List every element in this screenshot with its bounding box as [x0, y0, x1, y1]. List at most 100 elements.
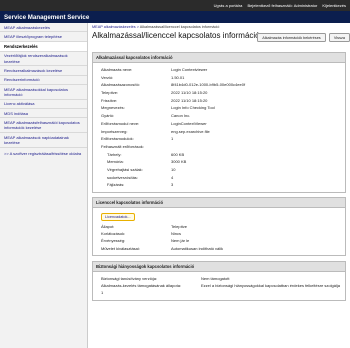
portal-link[interactable]: Ugrás a portálra [214, 3, 243, 8]
action-buttons: Alkalmazás információk bekéréses Vissza [255, 33, 350, 42]
logged-in-user: Bejelentkező felhasználó: Administrator [247, 3, 318, 8]
table-row: Importszerveg: eng.sep.exarchive.file [101, 128, 340, 136]
row-value: Automatikusan indítható válik [171, 245, 224, 251]
top-links: Ugrás a portálra Bejelentkező felhasznál… [210, 3, 346, 8]
table-row: Állapot: Telepítve [101, 223, 340, 230]
sidebar-item-control-files[interactable]: Vezérlőfájlok rendszeralkalmazások kezel… [0, 52, 87, 67]
security-info-rows: Biztonsági tanúsítvány verziója: Nem támo… [93, 272, 345, 300]
app-info-panel: Alkalmazással kapcsolatos információ Alk… [92, 52, 346, 193]
table-row: Fájlzárás: 3 [101, 181, 340, 189]
sidebar-item-license-activation[interactable]: Licenc aktiválása [0, 100, 87, 109]
row-key: Alkalmazás-kezelés támogatásának állapot… [101, 282, 182, 288]
sidebar: MEAP alkalmazáskezelés MEAP illesztőprog… [0, 23, 88, 348]
app-title: Service Management Service [4, 13, 90, 21]
security-info-title: Biztonsági hiányosságok kapcsolatos info… [93, 261, 345, 272]
license-info-rows: Licencadatok... Állapot: Telepítve Korlát… [93, 208, 345, 255]
row-value: 8f41b4d0-012e-1000-b9b5-00e000c4ee0f [171, 82, 246, 88]
row-key: Korlátozások: [101, 231, 126, 237]
table-row: socketverzósítás: 4 [101, 174, 340, 182]
license-info-panel: Licenccel kapcsolatos információ Licenca… [92, 197, 346, 256]
table-row: Frissítve: 2022 11/10 18:15:20 [101, 97, 340, 105]
row-value: 600 KB [171, 151, 185, 157]
row-value: Login Contextviewer [171, 67, 208, 72]
table-row: Biztonsági tanúsítvány verziója: Nem támo… [101, 275, 340, 282]
row-key: socketverzósítás: [107, 174, 138, 180]
sidebar-item-meap-app-info[interactable]: MEAP alkalmazásokkal kapcsolatos informá… [0, 85, 87, 100]
table-row: Alkalmazás neve: Login Contextviewer [101, 66, 340, 74]
row-key: Importszerveg: [101, 128, 128, 134]
row-key: Biztonsági tanúsítvány verziója: [101, 275, 158, 281]
table-row: Felhasznált erőforrások: [101, 143, 340, 151]
table-row: Végrehajtási szálak: 10 [101, 166, 340, 174]
breadcrumb: MEAP alkalmazáskezelés > Alkalmazással/l… [92, 25, 346, 29]
row-key: Erőforrásmodulok: [101, 136, 134, 142]
software-registration-link[interactable]: >> A szoftver regisztrálása/frissítése o… [0, 148, 87, 159]
row-key: Gyártó: [101, 113, 115, 119]
table-row: Erőforrásmodul neve: LoginContextViewer [101, 120, 340, 128]
license-details-button[interactable]: Licencadatok... [101, 213, 135, 221]
table-row: Tárhely: 600 KB [101, 151, 340, 159]
license-info-title: Licenccel kapcsolatos információ [93, 198, 345, 208]
footer-value: 1 [101, 290, 104, 296]
security-footer: 1 [101, 289, 340, 296]
table-row: Verzió: 1.50.01 [101, 74, 340, 82]
row-key: Memória: [107, 159, 124, 165]
sidebar-item-meap-user-info[interactable]: MEAP alkalmazásfelhasználói kapcsolatos … [0, 118, 87, 133]
breadcrumb-current: Alkalmazással/licenccel kapcsolatos info… [139, 25, 220, 29]
row-value: Canon Inc. [171, 113, 191, 119]
row-value: eng.sep.exarchive.file [171, 128, 210, 134]
row-value: Login Info Checking Tool [171, 105, 215, 111]
sidebar-section-title: Rendszerkezelés [0, 41, 87, 52]
sidebar-item-system-info[interactable]: Rendszerinformáció [0, 76, 87, 86]
row-value: 2022 11/10 18:15:20 [171, 97, 208, 103]
row-key: Megnevezés: [101, 105, 125, 111]
sidebar-item-system-apps[interactable]: Rendszeralkalmazások kezelése [0, 66, 87, 76]
row-value: 1.50.01 [171, 74, 185, 80]
row-value: Nincs [171, 231, 182, 237]
row-value: 10 [171, 166, 176, 172]
row-key: Felhasznált erőforrások: [101, 143, 144, 149]
table-row: Alkalmazásazonosító: 8f41b4d0-012e-1000-b… [101, 81, 340, 89]
table-row: Gyártó: Canon Inc. [101, 112, 340, 120]
table-row: Művelet kiválasztásai: Automatikusan indí… [101, 245, 340, 252]
table-row: Megnevezés: Login Info Checking Tool [101, 104, 340, 112]
row-value: 3000 KB [171, 159, 187, 165]
row-value: Nem támogatott [201, 275, 230, 281]
app-info-button[interactable]: Alkalmazás információk bekéréses [257, 33, 326, 42]
row-key: Telepítve: [101, 90, 119, 96]
row-value: 4 [171, 174, 174, 180]
sidebar-item-meap-management[interactable]: MEAP alkalmazáskezelés [0, 23, 87, 33]
sidebar-item-mds-start[interactable]: MDS indítása [0, 109, 87, 119]
row-key: Végrehajtási szálak: [107, 166, 143, 172]
table-row: Memória: 3000 KB [101, 158, 340, 166]
table-row: Korlátozások: Nincs [101, 230, 340, 237]
row-value: Ezzel a biztonsági hiányosságokkal kapcs… [201, 282, 340, 288]
row-value: 1 [171, 136, 174, 142]
sidebar-item-meap-logs[interactable]: MEAP alkalmazások naplóadatainak kezelés… [0, 133, 87, 148]
row-key: Verzió: [101, 74, 114, 80]
row-value [171, 143, 340, 151]
main-content: MEAP alkalmazáskezelés > Alkalmazással/l… [92, 25, 346, 301]
row-value: 2022 11/10 18:15:20 [171, 90, 208, 96]
security-info-panel: Biztonsági hiányosságok kapcsolatos info… [92, 260, 346, 301]
row-key: Művelet kiválasztásai: [101, 245, 140, 251]
top-bar: Ugrás a portálra Bejelentkező felhasznál… [0, 0, 350, 11]
logout-link[interactable]: Kijelentkezés [322, 3, 346, 8]
row-value: Nem jár le [171, 238, 190, 244]
table-row: Érvényesség: Nem jár le [101, 237, 340, 244]
row-key: Érvényesség: [101, 238, 126, 244]
app-info-title: Alkalmazással kapcsolatos információ [93, 53, 345, 63]
title-bar: Service Management Service [0, 11, 350, 23]
back-button[interactable]: Vissza [328, 33, 350, 42]
row-key: Tárhely: [107, 151, 122, 157]
breadcrumb-parent[interactable]: MEAP alkalmazáskezelés [92, 25, 136, 29]
row-key: Állapot: [101, 224, 115, 229]
app-info-rows: Alkalmazás neve: Login Contextviewer Verz… [93, 63, 345, 192]
row-value: LoginContextViewer [171, 120, 207, 126]
sidebar-item-meap-driver-install[interactable]: MEAP illesztőprogram telepítése [0, 32, 87, 42]
row-key: Erőforrásmodul neve: [101, 120, 140, 126]
row-key: Alkalmazás neve: [101, 67, 133, 72]
row-key: Frissítve: [101, 97, 118, 103]
row-value: Telepítve [171, 224, 188, 229]
row-value: 3 [171, 182, 174, 188]
